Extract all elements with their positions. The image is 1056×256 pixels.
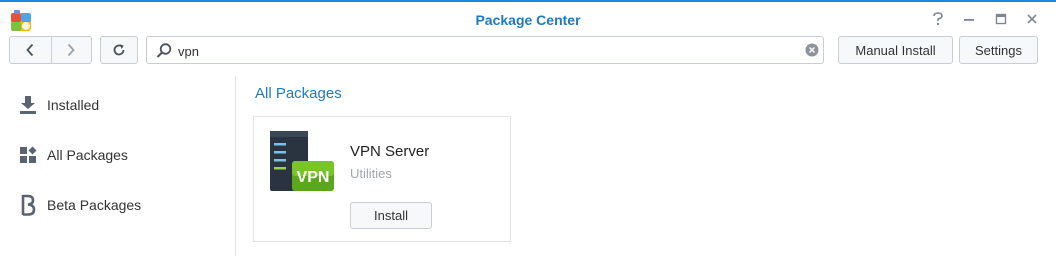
vpn-icon-label: VPN — [297, 169, 330, 186]
help-icon[interactable] — [929, 10, 947, 28]
chevron-left-icon — [26, 43, 34, 57]
sidebar-item-label: Installed — [47, 97, 100, 113]
package-card[interactable]: VPN VPN Server Utilities Install — [253, 116, 511, 242]
main-content: All Packages VPN VPN Server Utilities In… — [237, 76, 1056, 256]
sidebar-item-label: All Packages — [47, 147, 128, 163]
window-title: Package Center — [475, 12, 581, 28]
chevron-right-icon — [68, 43, 75, 57]
sidebar-item-all-packages[interactable]: All Packages — [16, 143, 128, 167]
close-icon[interactable] — [1023, 10, 1041, 28]
sidebar-item-label: Beta Packages — [47, 197, 142, 213]
vpn-server-icon: VPN — [270, 131, 334, 191]
package-name: VPN Server — [350, 143, 430, 160]
package-category: Utilities — [350, 166, 392, 181]
clear-search-icon[interactable] — [805, 43, 819, 57]
title-bar: Package Center — [0, 0, 1056, 36]
sidebar-item-beta-packages[interactable]: Beta Packages — [16, 193, 141, 217]
install-button[interactable]: Install — [350, 202, 432, 229]
refresh-button[interactable] — [100, 36, 138, 64]
search-icon — [156, 43, 172, 58]
refresh-icon — [113, 44, 125, 56]
settings-button[interactable]: Settings — [959, 36, 1038, 64]
minimize-icon[interactable] — [960, 10, 978, 28]
manual-install-button[interactable]: Manual Install — [838, 36, 953, 64]
toolbar: Manual Install Settings — [0, 36, 1056, 66]
sidebar: Installed All Packages Beta Packages — [0, 76, 236, 256]
forward-button[interactable] — [50, 37, 92, 63]
download-icon — [16, 93, 40, 117]
search-input[interactable] — [178, 41, 798, 61]
maximize-icon[interactable] — [992, 10, 1010, 28]
search-box — [146, 36, 824, 64]
back-button[interactable] — [10, 37, 51, 63]
beta-icon — [16, 193, 40, 217]
sidebar-item-installed[interactable]: Installed — [16, 93, 99, 117]
grid-icon — [16, 143, 40, 167]
nav-button-group — [9, 36, 92, 64]
section-title: All Packages — [255, 85, 342, 102]
